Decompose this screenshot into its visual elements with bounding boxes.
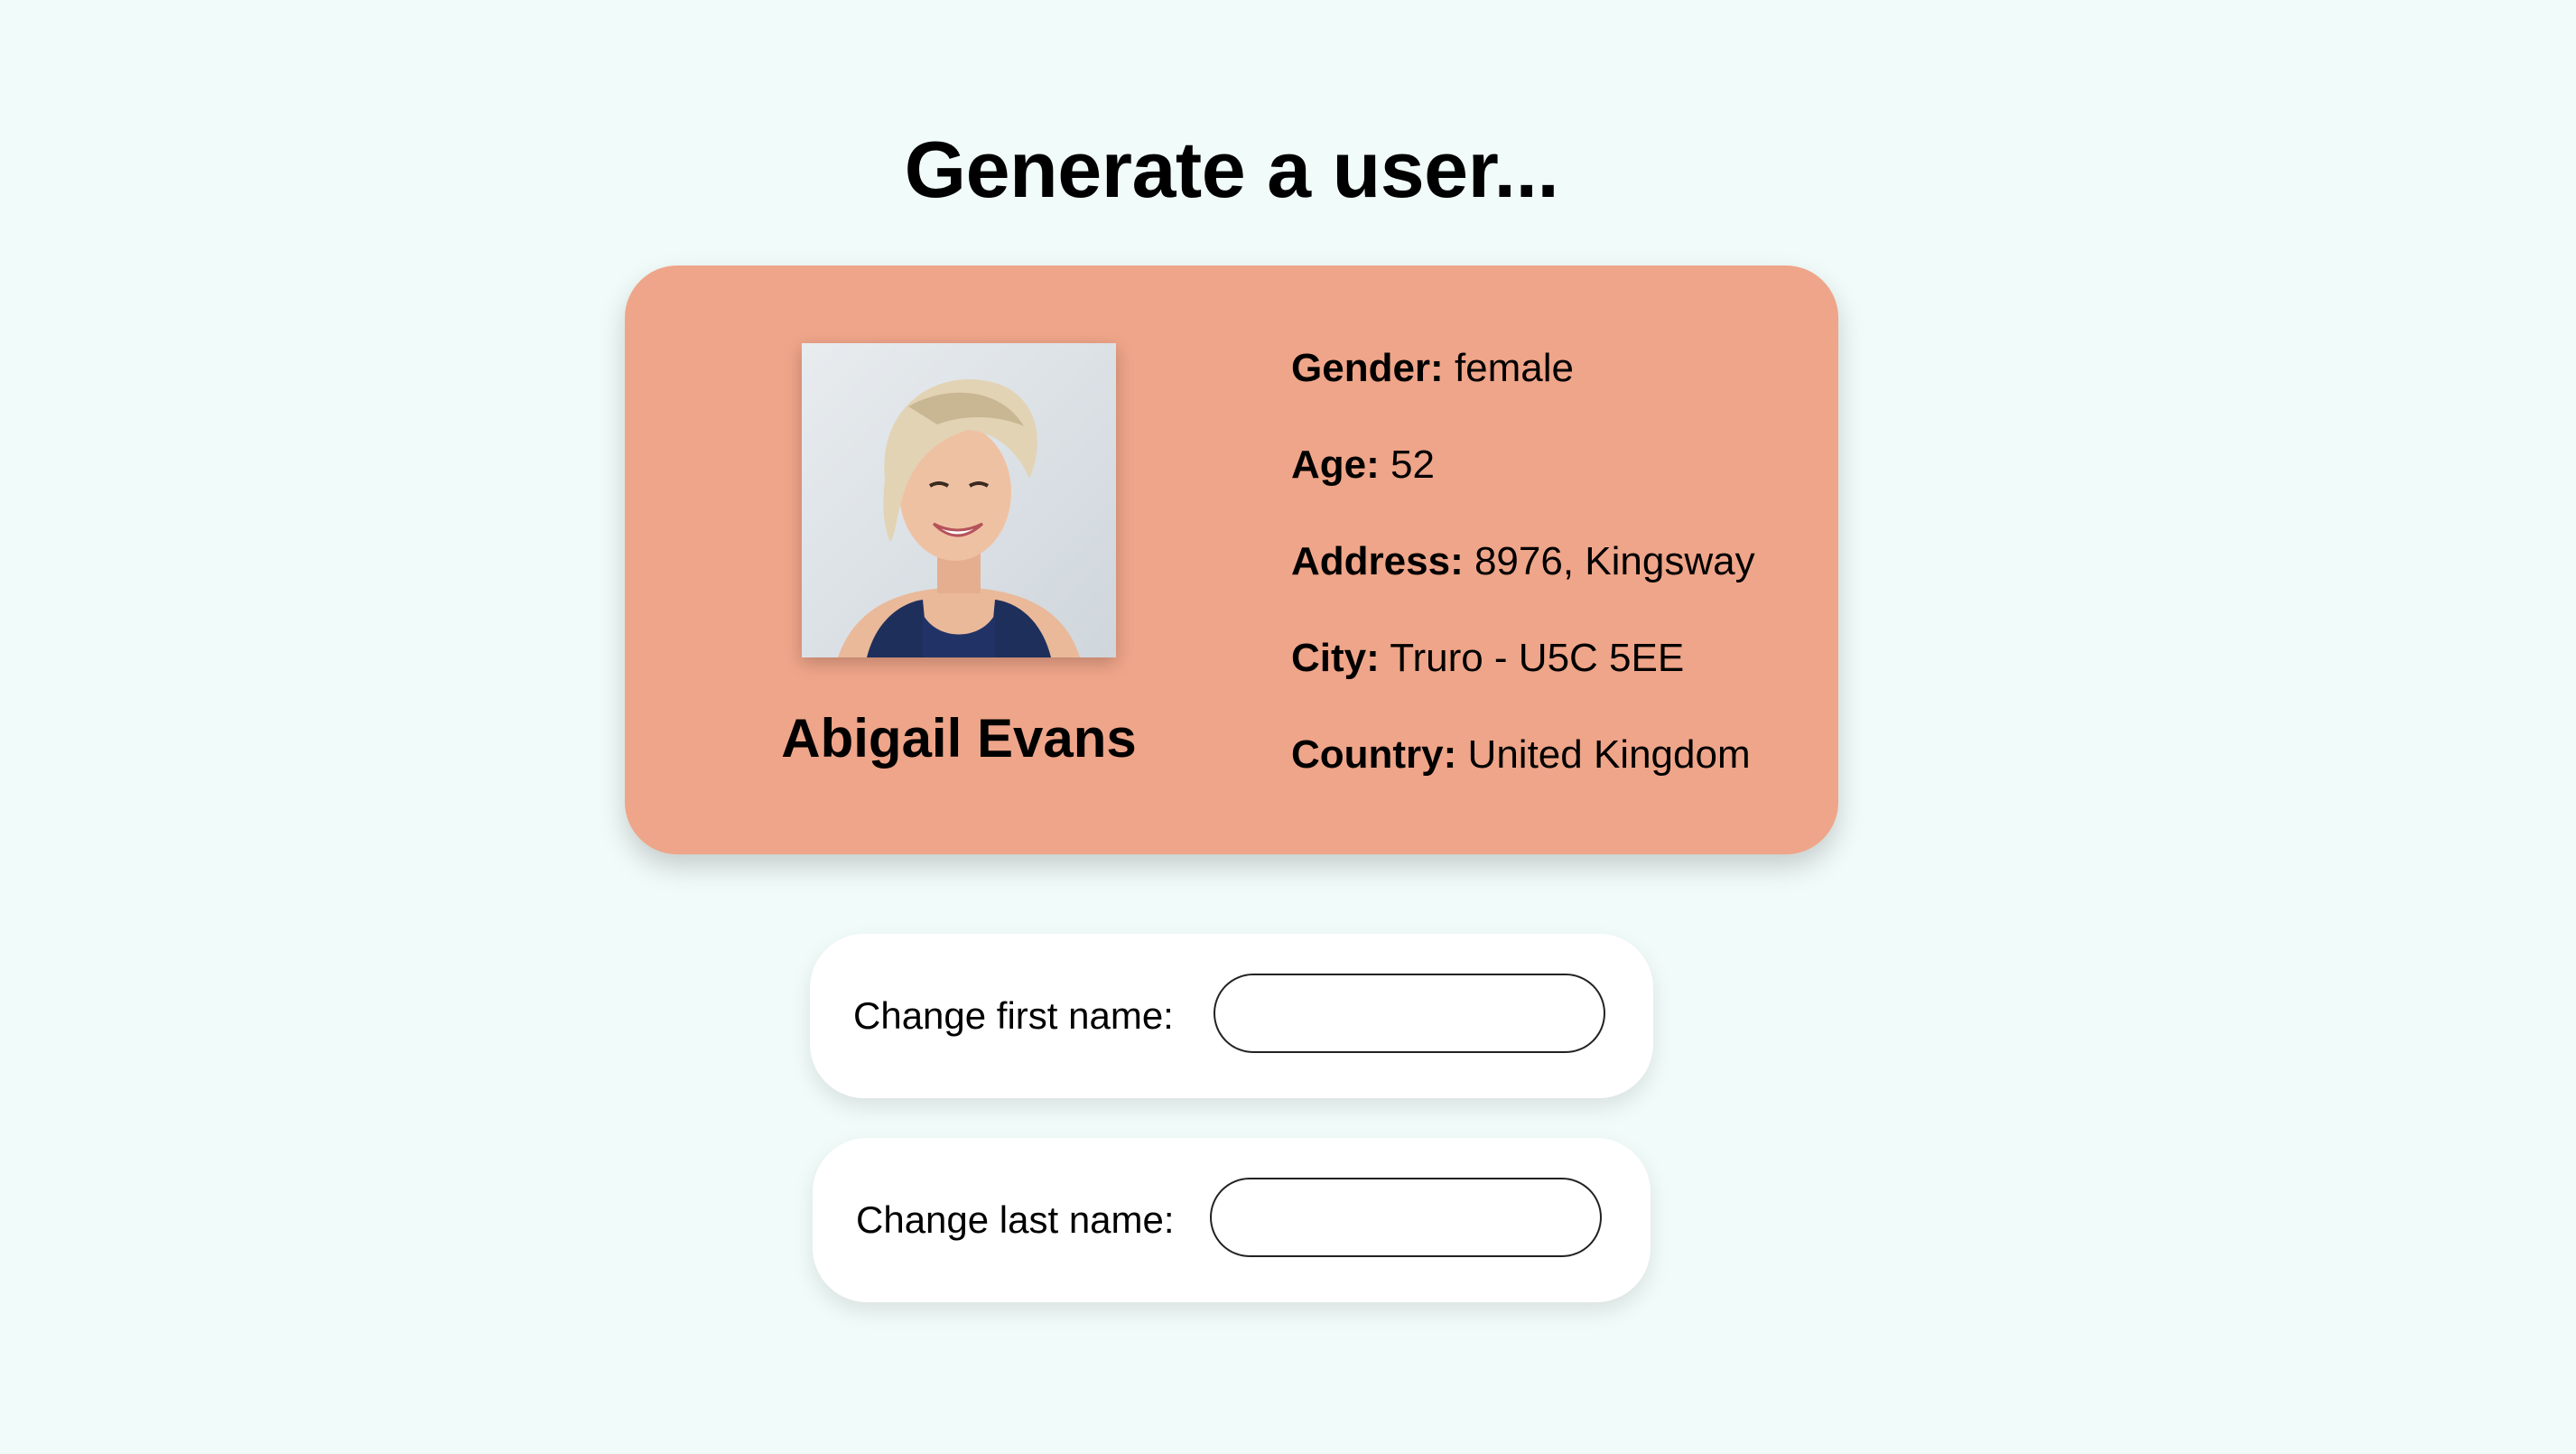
last-name-input[interactable] xyxy=(1210,1178,1602,1257)
detail-address: Address: 8976, Kingsway xyxy=(1291,535,1815,631)
detail-gender-label: Gender: xyxy=(1291,346,1444,390)
detail-country: Country: United Kingdom xyxy=(1291,728,1815,825)
detail-country-value: United Kingdom xyxy=(1467,732,1751,777)
user-card: Abigail Evans Gender: female Age: 52 Add… xyxy=(625,266,1838,854)
user-avatar xyxy=(802,343,1116,657)
detail-age: Age: 52 xyxy=(1291,438,1815,535)
detail-city: City: Truro - U5C 5EE xyxy=(1291,631,1815,728)
detail-gender: Gender: female xyxy=(1291,341,1815,438)
detail-gender-value: female xyxy=(1454,346,1575,390)
first-name-card: Change first name: xyxy=(810,934,1653,1098)
last-name-label: Change last name: xyxy=(856,1198,1175,1241)
user-details: Gender: female Age: 52 Address: 8976, Ki… xyxy=(1291,341,1815,825)
detail-country-label: Country: xyxy=(1291,732,1457,777)
last-name-card: Change last name: xyxy=(813,1138,1651,1302)
page-title: Generate a user... xyxy=(904,125,1559,214)
first-name-label: Change first name: xyxy=(853,994,1174,1037)
first-name-input[interactable] xyxy=(1214,974,1605,1053)
detail-city-value: Truro - U5C 5EE xyxy=(1390,636,1685,680)
user-name: Abigail Evans xyxy=(781,708,1137,769)
detail-age-label: Age: xyxy=(1291,443,1380,487)
detail-address-value: 8976, Kingsway xyxy=(1474,539,1755,583)
detail-city-label: City: xyxy=(1291,636,1380,680)
detail-age-value: 52 xyxy=(1390,443,1435,487)
detail-address-label: Address: xyxy=(1291,539,1464,583)
